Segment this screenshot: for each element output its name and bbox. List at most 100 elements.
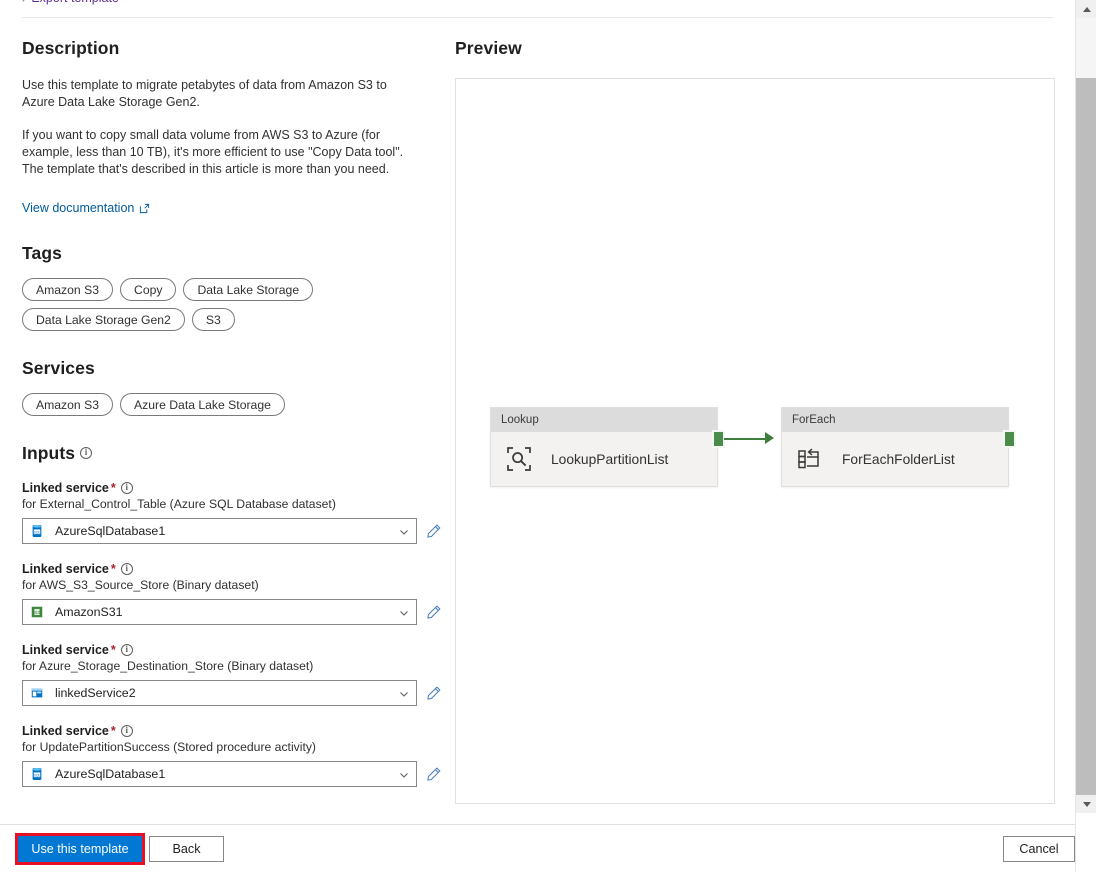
linked-service-value: AzureSqlDatabase1 bbox=[55, 524, 398, 538]
template-gallery-detail-page: › Export template Description Use this te… bbox=[0, 0, 1096, 872]
input-label: Linked service* bbox=[22, 724, 442, 738]
pipeline-connector-arrow bbox=[765, 432, 774, 444]
content-area: Description Use this template to migrate… bbox=[0, 18, 1075, 824]
linked-service-value: AzureSqlDatabase1 bbox=[55, 767, 398, 781]
linked-service-dropdown[interactable]: SQL AzureSqlDatabase1 bbox=[22, 518, 417, 544]
service-chip[interactable]: Azure Data Lake Storage bbox=[120, 393, 285, 416]
input-label-text: Linked service bbox=[22, 562, 109, 576]
external-link-icon bbox=[139, 203, 150, 214]
edit-linked-service-button[interactable] bbox=[425, 604, 442, 621]
services-list: Amazon S3 Azure Data Lake Storage bbox=[22, 393, 442, 416]
azure-sql-database-icon: SQL bbox=[30, 767, 44, 781]
pipeline-connector-line bbox=[724, 438, 767, 440]
linked-service-dropdown[interactable]: linkedService2 bbox=[22, 680, 417, 706]
details-panel: Description Use this template to migrate… bbox=[22, 18, 442, 787]
azure-blob-storage-icon bbox=[30, 686, 44, 700]
svg-text:SQL: SQL bbox=[33, 773, 40, 777]
footer-action-bar: Use this template Back Cancel bbox=[0, 824, 1075, 872]
chevron-down-icon bbox=[398, 687, 410, 699]
inputs-heading-label: Inputs bbox=[22, 443, 75, 463]
tag-chip[interactable]: Copy bbox=[120, 278, 176, 301]
input-label-text: Linked service bbox=[22, 724, 109, 738]
scrollbar-track-upper[interactable] bbox=[1076, 18, 1096, 78]
foreach-icon bbox=[796, 445, 824, 473]
edit-linked-service-button[interactable] bbox=[425, 685, 442, 702]
vertical-scrollbar[interactable] bbox=[1075, 0, 1096, 872]
inputs-heading: Inputs bbox=[22, 443, 442, 464]
required-marker: * bbox=[111, 724, 116, 738]
info-icon[interactable] bbox=[80, 447, 92, 459]
service-chip[interactable]: Amazon S3 bbox=[22, 393, 113, 416]
tag-chip[interactable]: Data Lake Storage bbox=[183, 278, 313, 301]
required-marker: * bbox=[111, 643, 116, 657]
linked-service-value: AmazonS31 bbox=[55, 605, 398, 619]
chevron-down-icon bbox=[398, 525, 410, 537]
lookup-icon bbox=[505, 445, 533, 473]
input-label-text: Linked service bbox=[22, 643, 109, 657]
edit-linked-service-button[interactable] bbox=[425, 523, 442, 540]
activity-type-label: ForEach bbox=[782, 408, 1008, 432]
use-this-template-button[interactable]: Use this template bbox=[18, 836, 142, 862]
description-heading: Description bbox=[22, 38, 442, 59]
tag-chip[interactable]: S3 bbox=[192, 308, 235, 331]
scroll-up-arrow-icon[interactable] bbox=[1076, 0, 1096, 18]
activity-type-label: Lookup bbox=[491, 408, 717, 432]
breadcrumb: › Export template bbox=[0, 0, 1075, 16]
chevron-right-icon: › bbox=[22, 0, 25, 5]
linked-service-value: linkedService2 bbox=[55, 686, 398, 700]
info-icon[interactable] bbox=[121, 563, 133, 575]
input-label-text: Linked service bbox=[22, 481, 109, 495]
breadcrumb-item-export-template[interactable]: › Export template bbox=[22, 0, 119, 5]
input-sublabel: for Azure_Storage_Destination_Store (Bin… bbox=[22, 659, 442, 673]
chevron-down-icon bbox=[398, 606, 410, 618]
input-label: Linked service* bbox=[22, 481, 442, 495]
input-label: Linked service* bbox=[22, 643, 442, 657]
description-paragraph-2: If you want to copy small data volume fr… bbox=[22, 127, 414, 178]
input-field-group: Linked service* for External_Control_Tab… bbox=[22, 481, 442, 544]
preview-panel: Preview bbox=[455, 18, 1055, 59]
description-paragraph-1: Use this template to migrate petabytes o… bbox=[22, 77, 414, 111]
services-heading: Services bbox=[22, 358, 442, 379]
scroll-down-arrow-icon[interactable] bbox=[1076, 795, 1096, 813]
svg-text:S3: S3 bbox=[34, 610, 40, 615]
azure-sql-database-icon: SQL bbox=[30, 524, 44, 538]
breadcrumb-label: Export template bbox=[31, 0, 119, 5]
required-marker: * bbox=[111, 481, 116, 495]
tag-chip[interactable]: Data Lake Storage Gen2 bbox=[22, 308, 185, 331]
view-documentation-label: View documentation bbox=[22, 201, 134, 215]
input-field-group: Linked service* for AWS_S3_Source_Store … bbox=[22, 562, 442, 625]
tags-heading: Tags bbox=[22, 243, 442, 264]
required-marker: * bbox=[111, 562, 116, 576]
pipeline-activity-foreach[interactable]: ForEach ForEachFolderList bbox=[781, 407, 1009, 487]
svg-text:SQL: SQL bbox=[33, 530, 40, 534]
activity-output-port[interactable] bbox=[1003, 430, 1016, 448]
input-sublabel: for External_Control_Table (Azure SQL Da… bbox=[22, 497, 442, 511]
input-label: Linked service* bbox=[22, 562, 442, 576]
pipeline-activity-lookup[interactable]: Lookup LookupPartitionList bbox=[490, 407, 718, 487]
amazon-s3-icon: S3 bbox=[30, 605, 44, 619]
activity-name: LookupPartitionList bbox=[551, 452, 668, 467]
tags-list: Amazon S3 Copy Data Lake Storage Data La… bbox=[22, 278, 442, 331]
scrollbar-thumb[interactable] bbox=[1076, 78, 1096, 795]
scrollbar-footer-gap bbox=[1076, 813, 1096, 872]
edit-linked-service-button[interactable] bbox=[425, 766, 442, 783]
preview-heading: Preview bbox=[455, 38, 1055, 59]
input-field-group: Linked service* for UpdatePartitionSucce… bbox=[22, 724, 442, 787]
back-button[interactable]: Back bbox=[149, 836, 224, 862]
activity-body: LookupPartitionList bbox=[491, 432, 717, 486]
info-icon[interactable] bbox=[121, 725, 133, 737]
input-sublabel: for UpdatePartitionSuccess (Stored proce… bbox=[22, 740, 442, 754]
linked-service-dropdown[interactable]: S3 AmazonS31 bbox=[22, 599, 417, 625]
input-field-group: Linked service* for Azure_Storage_Destin… bbox=[22, 643, 442, 706]
tag-chip[interactable]: Amazon S3 bbox=[22, 278, 113, 301]
view-documentation-link[interactable]: View documentation bbox=[22, 201, 150, 215]
info-icon[interactable] bbox=[121, 644, 133, 656]
linked-service-dropdown[interactable]: SQL AzureSqlDatabase1 bbox=[22, 761, 417, 787]
activity-body: ForEachFolderList bbox=[782, 432, 1008, 486]
activity-name: ForEachFolderList bbox=[842, 452, 955, 467]
pipeline-preview-canvas[interactable]: Lookup LookupPartitionList bbox=[455, 78, 1055, 804]
chevron-down-icon bbox=[398, 768, 410, 780]
info-icon[interactable] bbox=[121, 482, 133, 494]
cancel-button[interactable]: Cancel bbox=[1003, 836, 1075, 862]
input-sublabel: for AWS_S3_Source_Store (Binary dataset) bbox=[22, 578, 442, 592]
